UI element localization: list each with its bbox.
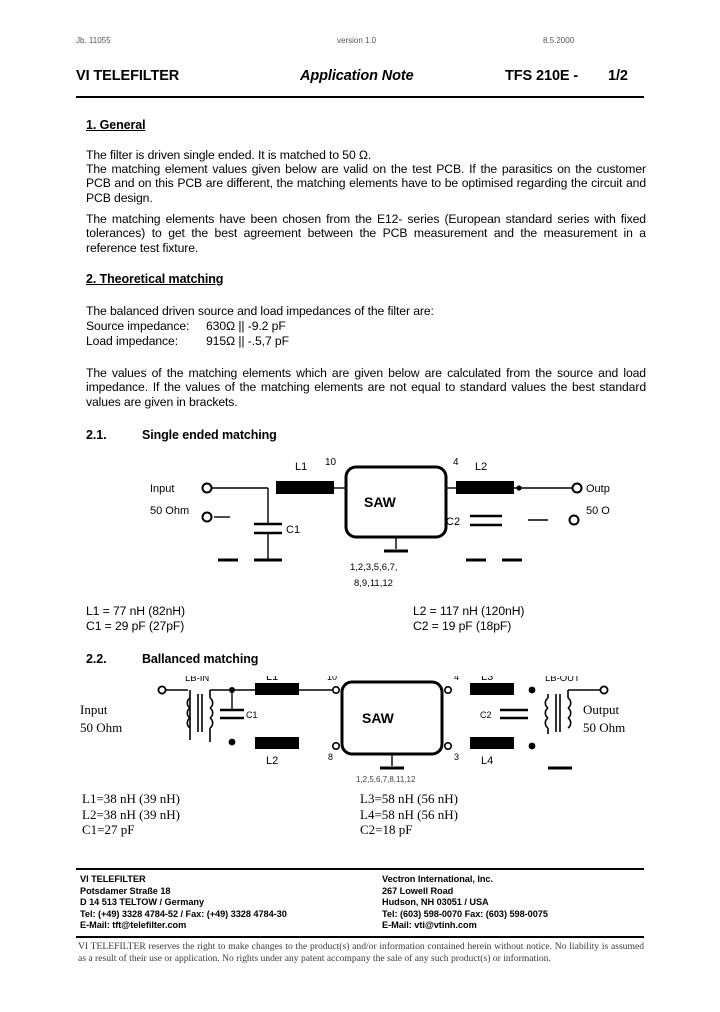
footer-address-telefilter: VI TELEFILTER Potsdamer Straße 18 D 14 5… [80,874,287,932]
footer-right-line-3: Hudson, NH 03051 / USA [382,897,489,908]
saw-label: SAW [364,494,397,510]
source-impedance-row: Source impedance: 630Ω || -9.2 pF [86,319,286,333]
footer-right-line-2: 267 Lowell Road [382,885,454,896]
document-reference: Jb. 11055 [76,36,111,45]
balanced-pin-3: 3 [454,752,459,762]
footer-right-line-4: Tel: (603) 598-0070 Fax: (603) 598-0075 [382,908,548,919]
section-1-paragraph-2: The matching element values given below … [86,162,646,205]
balanced-l4-label: L4 [481,755,493,767]
balanced-pin-4: 4 [454,676,459,682]
pin-4-label: 4 [453,457,459,468]
section-2-1-number: 2.1. [86,428,107,442]
single-ended-l2-value: L2 = 117 nH (120nH) [413,604,525,618]
balanced-input-label-line1: Input [80,702,108,717]
section-2-intro: The balanced driven source and load impe… [86,304,434,318]
load-impedance-label: Load impedance: [86,334,179,348]
balanced-l1-value: L1=38 nH (39 nH) [82,791,180,806]
balanced-circuit-diagram: LB-IN L1 L2 L3 L4 C1 C2 LB-OUT 10 4 8 3 … [80,676,640,791]
part-number: TFS 210E - [505,68,579,84]
section-2-2-title: Ballanced matching [142,652,259,666]
section-2-2-number: 2.2. [86,652,107,666]
application-note-page: Jb. 11055 version 1.0 8.5.2000 VI TELEFI… [0,0,720,1012]
balanced-c2-label: C2 [480,710,492,720]
footer-left-line-3: D 14 513 TELTOW / Germany [80,897,205,908]
l1-label: L1 [295,461,307,473]
document-date: 8.5.2000 [543,36,575,45]
footer-left-line-1: VI TELEFILTER [80,874,146,884]
balanced-values-left: L1=38 nH (39 nH) L2=38 nH (39 nH) C1=27 … [82,791,180,838]
legal-disclaimer: VI TELEFILTER reserves the right to make… [78,941,644,964]
footer-top-divider [76,868,644,870]
single-ended-values-left: L1 = 77 nH (82nH) C1 = 29 pF (27pF) [86,604,185,633]
balanced-pin-10: 10 [327,676,337,682]
balanced-output-label-line2: 50 Ohm [583,720,625,735]
load-impedance-value: 915Ω || -.5,7 pF [206,334,289,348]
section-1-paragraph-3: The matching elements have been chosen f… [86,212,646,255]
footer-right-line-1: Vectron International, Inc. [382,874,493,884]
balanced-input-label-line2: 50 Ohm [80,720,122,735]
balanced-pin-8: 8 [328,752,333,762]
balanced-l2-value: L2=38 nH (39 nH) [82,806,180,822]
l2-label: L2 [475,461,487,473]
balanced-l2-label: L2 [266,755,278,767]
balanced-l3-value: L3=58 nH (56 nH) [360,791,458,806]
footer-bottom-divider [76,936,644,938]
balanced-values-right: L3=58 nH (56 nH) L4=58 nH (56 nH) C2=18 … [360,791,458,838]
load-impedance-row: Load impedance: 915Ω || -.5,7 pF [86,334,289,348]
balanced-l1-label: L1 [266,676,278,683]
company-name: VI TELEFILTER [76,68,180,84]
c2-label: C2 [446,516,460,528]
input-label-line1: Input [150,483,174,495]
footer-left-email: E-Mail: tft@telefilter.com [80,920,187,931]
header-divider [76,96,644,98]
document-type: Application Note [300,68,414,84]
section-2-heading: 2. Theoretical matching [86,272,224,286]
header-main-row: VI TELEFILTER Application Note TFS 210E … [0,68,720,88]
section-2-1-title: Single ended matching [142,428,277,442]
footer-address-vectron: Vectron International, Inc. 267 Lowell R… [382,874,548,932]
section-2-1-heading: 2.1. Single ended matching [86,428,277,442]
footer-right-email: E-Mail: vti@vtinh.com [382,920,477,931]
output-label-line2: 50 Ohm [586,505,610,517]
balanced-l3-label: L3 [481,676,493,683]
balanced-l4-value: L4=58 nH (56 nH) [360,806,458,822]
balanced-c1-value: C1=27 pF [82,822,135,838]
input-label-line2: 50 Ohm [150,505,189,517]
footer-left-line-2: Potsdamer Straße 18 [80,885,171,896]
source-impedance-value: 630Ω || -9.2 pF [206,319,286,333]
balun-in-label: LB-IN [185,676,209,684]
footer-left-line-4: Tel: (+49) 3328 4784-52 / Fax: (+49) 332… [80,908,287,919]
header-meta-row: Jb. 11055 version 1.0 8.5.2000 [0,36,720,50]
balanced-output-label-line1: Output [583,702,620,717]
ground-pins-line2: 8,9,11,12 [354,578,393,589]
balanced-ground-pins: 1,2,5,6,7,8,11,12 [356,775,416,784]
single-ended-c2-value: C2 = 19 pF (18pF) [413,618,512,633]
section-2-note: The values of the matching elements whic… [86,366,646,409]
page-number: 1/2 [608,68,628,84]
balanced-c1-label: C1 [246,710,258,720]
ground-pins-line1: 1,2,3,5,6,7, [350,562,398,573]
single-ended-circuit-diagram: Input 50 Ohm L1 10 4 L2 C1 C2 Output 50 … [150,452,610,592]
single-ended-values-right: L2 = 117 nH (120nH) C2 = 19 pF (18pF) [413,604,524,633]
balun-out-label: LB-OUT [545,676,580,684]
source-impedance-label: Source impedance: [86,319,190,333]
section-2-2-heading: 2.2. Ballanced matching [86,652,258,666]
pin-10-label: 10 [325,457,337,468]
single-ended-l1-value: L1 = 77 nH (82nH) [86,604,185,618]
section-1-heading: 1. General [86,118,146,132]
balanced-c2-value: C2=18 pF [360,822,413,838]
single-ended-c1-value: C1 = 29 pF (27pF) [86,618,185,633]
output-label-line1: Output [586,483,610,495]
document-version: version 1.0 [337,36,377,45]
balanced-saw-label: SAW [362,710,395,726]
c1-label: C1 [286,524,300,536]
section-1-paragraph-1: The filter is driven single ended. It is… [86,148,372,162]
